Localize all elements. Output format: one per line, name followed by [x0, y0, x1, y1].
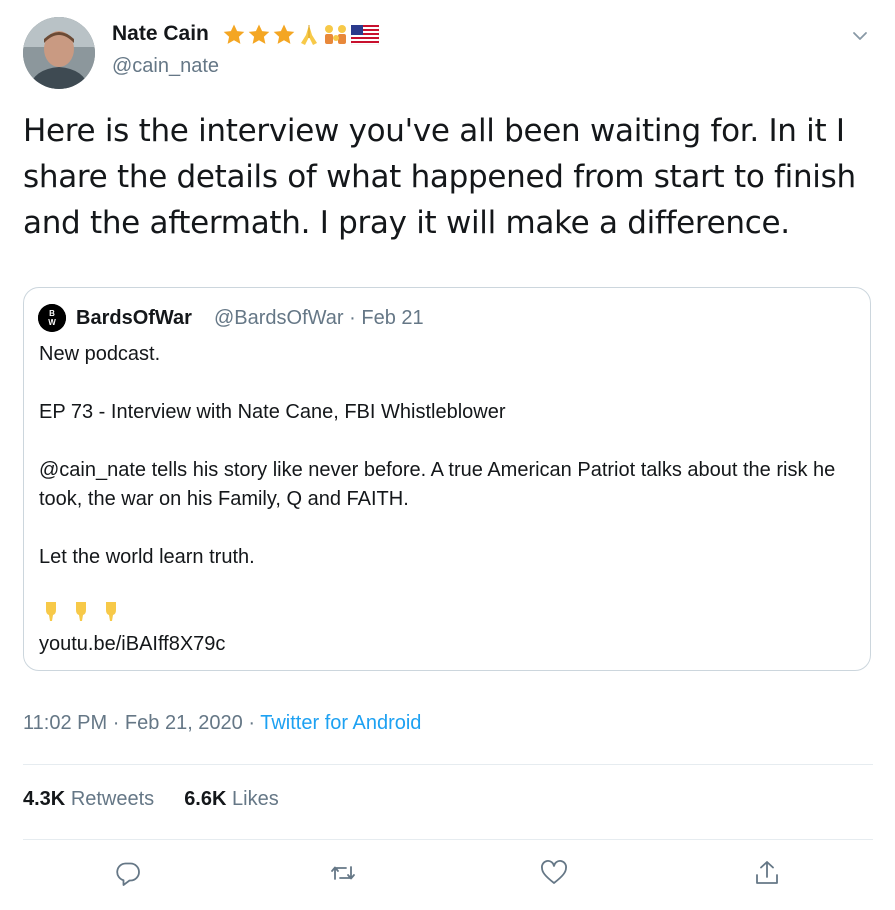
quoted-separator: ·: [349, 307, 356, 329]
quoted-date: Feb 21: [361, 307, 424, 329]
quoted-author-avatar: BW: [38, 304, 66, 332]
quoted-author-handle: @BardsOfWar: [214, 307, 344, 329]
praying-hands-icon: [297, 23, 321, 47]
pointing-down-icon: [69, 599, 93, 632]
tweet-text: Here is the interview you've all been wa…: [23, 113, 856, 241]
tweet-time[interactable]: 11:02 PM: [23, 712, 107, 734]
quoted-line: @cain_nate tells his story like never be…: [39, 459, 836, 510]
star-icon: [222, 23, 246, 47]
divider: [23, 839, 873, 840]
quoted-link[interactable]: youtu.be/iBAIff8X79c: [39, 630, 859, 659]
retweets-stat[interactable]: 4.3K Retweets: [23, 788, 154, 811]
retweet-button[interactable]: [328, 858, 358, 888]
quoted-line: New podcast.: [39, 343, 161, 365]
divider: [23, 764, 873, 765]
pointing-down-icon: [39, 599, 63, 632]
meta-separator: ·: [112, 712, 120, 734]
share-button[interactable]: [752, 858, 782, 888]
quoted-tweet-card[interactable]: BW BardsOfWar @BardsOfWar · Feb 21 New p…: [23, 287, 871, 671]
tweet-source-link[interactable]: Twitter for Android: [260, 712, 421, 734]
retweet-icon: [331, 866, 355, 880]
share-icon: [756, 861, 778, 884]
pointing-down-icon: [99, 599, 123, 632]
tweet-stats: 4.3K Retweets 6.6K Likes: [23, 788, 279, 811]
tweet-meta: 11:02 PM · Feb 21, 2020 · Twitter for An…: [23, 712, 421, 735]
author-emoji-badges: [222, 21, 379, 49]
heart-icon: [541, 860, 567, 884]
likes-count: 6.6K: [184, 788, 227, 810]
likes-stat[interactable]: 6.6K Likes: [184, 788, 279, 811]
reply-button[interactable]: [113, 858, 143, 888]
star-icon: [272, 23, 296, 47]
likes-label: Likes: [232, 788, 279, 810]
quoted-line: EP 73 - Interview with Nate Cane, FBI Wh…: [39, 401, 506, 423]
author-handle[interactable]: @cain_nate: [112, 55, 219, 78]
svg-text:B: B: [49, 309, 55, 318]
us-flag-icon: [351, 25, 379, 45]
star-icon: [247, 23, 271, 47]
pointing-down-emojis: [39, 601, 859, 630]
quoted-tweet-body: New podcast. EP 73 - Interview with Nate…: [39, 340, 859, 659]
family-icon: [322, 23, 350, 47]
author-name[interactable]: Nate Cain: [112, 22, 209, 46]
author-avatar[interactable]: [23, 17, 95, 89]
like-button[interactable]: [539, 858, 569, 888]
quoted-meta: @BardsOfWar · Feb 21: [214, 307, 424, 330]
retweets-count: 4.3K: [23, 788, 66, 810]
meta-separator: ·: [248, 712, 256, 734]
reply-icon: [116, 862, 140, 886]
svg-text:W: W: [48, 318, 56, 327]
tweet-date[interactable]: Feb 21, 2020: [125, 712, 243, 734]
quoted-line: Let the world learn truth.: [39, 546, 255, 568]
retweets-label: Retweets: [70, 788, 155, 810]
quoted-author-name: BardsOfWar: [76, 307, 192, 329]
chevron-down-icon[interactable]: [848, 24, 872, 48]
